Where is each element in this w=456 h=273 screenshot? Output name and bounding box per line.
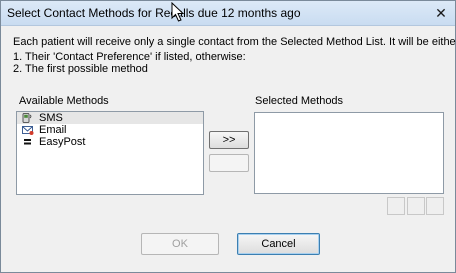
move-up-button[interactable] [387, 197, 405, 215]
available-methods-list[interactable]: SMS Email EasyPost [16, 111, 204, 195]
remove-method-button[interactable] [209, 154, 249, 172]
add-method-button[interactable]: >> [209, 131, 249, 149]
selected-methods-list[interactable] [254, 112, 444, 194]
window-title: Select Contact Methods for Recalls due 1… [7, 6, 301, 20]
dialog-window: Select Contact Methods for Recalls due 1… [0, 0, 456, 273]
list-item-label: EasyPost [39, 136, 86, 148]
easypost-icon [24, 139, 31, 145]
close-button[interactable]: ✕ [433, 5, 449, 21]
list-item-label: SMS [39, 112, 63, 124]
email-icon [22, 126, 34, 135]
move-down-button[interactable] [407, 197, 425, 215]
list-item-sms[interactable]: SMS [17, 112, 203, 124]
sms-phone-icon [22, 113, 32, 123]
list-item-email[interactable]: Email [17, 124, 203, 136]
list-item-easypost[interactable]: EasyPost [17, 136, 203, 148]
list-item-label: Email [39, 124, 67, 136]
move-bottom-button[interactable] [426, 197, 444, 215]
description-line-2: 1. Their 'Contact Preference' if listed,… [13, 51, 246, 63]
title-bar[interactable]: Select Contact Methods for Recalls due 1… [1, 1, 455, 26]
selected-methods-label: Selected Methods [255, 95, 344, 107]
ok-button[interactable]: OK [141, 233, 219, 255]
mouse-cursor-icon [171, 2, 185, 22]
cancel-button[interactable]: Cancel [237, 233, 320, 255]
description-line-1: Each patient will receive only a single … [13, 36, 456, 48]
description-line-3: 2. The first possible method [13, 63, 148, 75]
available-methods-label: Available Methods [19, 95, 109, 107]
